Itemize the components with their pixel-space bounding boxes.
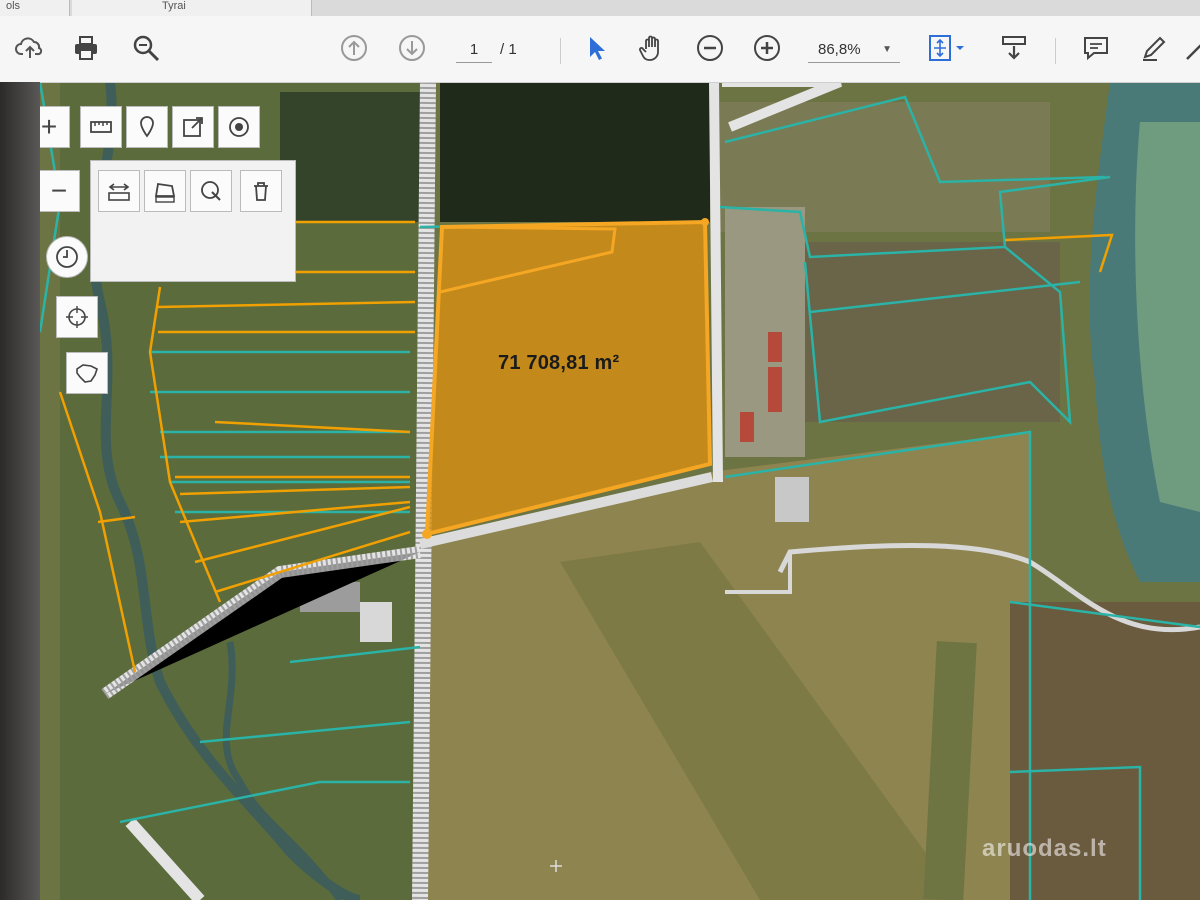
measure-area-icon	[154, 182, 176, 203]
tab-label: ols	[6, 0, 21, 12]
area-measurement-label: 71 708,81 m²	[498, 352, 620, 374]
next-page-icon	[399, 35, 425, 61]
zoom-out-label: −	[50, 175, 68, 206]
next-page-button[interactable]	[394, 30, 430, 66]
share-button[interactable]	[1180, 30, 1200, 66]
tab-label: Tyrai	[162, 0, 186, 12]
page-number-input[interactable]: 1	[456, 38, 492, 63]
tab-2[interactable]: Tyrai	[72, 0, 312, 16]
marker-icon	[140, 116, 154, 138]
zoom-in-icon	[754, 35, 780, 61]
page-total: / 1	[500, 41, 517, 58]
measure-icon	[90, 121, 112, 133]
scroll-mode-icon	[1002, 36, 1026, 60]
clock-icon	[56, 246, 78, 268]
print-icon	[75, 36, 97, 60]
comment-icon	[1084, 37, 1108, 61]
watermark-logo: aruodas.lt	[982, 835, 1107, 862]
zoom-out-icon	[697, 35, 723, 61]
zoom-out-button[interactable]	[692, 30, 728, 66]
lithuania-outline-icon	[76, 364, 98, 383]
search-icon	[133, 35, 160, 62]
comment-button[interactable]	[1078, 30, 1114, 66]
delete-button[interactable]	[240, 170, 282, 212]
select-arrow-icon	[590, 37, 605, 60]
measure-button[interactable]	[80, 106, 122, 148]
hand-icon	[639, 35, 659, 61]
tab-1[interactable]: ols	[0, 0, 70, 16]
divider	[1055, 38, 1056, 64]
prev-page-icon	[341, 35, 367, 61]
upload-button[interactable]	[12, 30, 48, 66]
marker-button[interactable]	[126, 106, 168, 148]
scroll-mode-button[interactable]	[996, 30, 1032, 66]
measure-area-button[interactable]	[144, 170, 186, 212]
bezel-shadow	[0, 82, 40, 900]
divider	[560, 38, 561, 64]
hand-tool-button[interactable]	[634, 30, 670, 66]
screen: ols Tyrai 1 / 1 86,8% ▼ 71 708,81 m² aru…	[0, 0, 1200, 900]
locate-icon	[66, 306, 88, 328]
locate-button[interactable]	[56, 296, 98, 338]
chevron-down-icon: ▼	[882, 44, 892, 55]
tab-strip: ols Tyrai	[0, 0, 1200, 16]
map-zoom-out-button[interactable]: −	[38, 170, 80, 212]
point-button[interactable]	[218, 106, 260, 148]
find-button[interactable]	[128, 30, 164, 66]
clear-measure-button[interactable]	[190, 170, 232, 212]
zoom-in-label: +	[40, 111, 58, 142]
point-icon	[229, 117, 249, 137]
fit-page-icon	[929, 35, 964, 61]
trash-icon	[254, 182, 268, 201]
zoom-value: 86,8%	[818, 41, 861, 58]
select-tool-button[interactable]	[578, 30, 614, 66]
export-button[interactable]	[172, 106, 214, 148]
print-button[interactable]	[68, 30, 104, 66]
history-button[interactable]	[46, 236, 88, 278]
measure-distance-icon	[108, 183, 130, 201]
zoom-select[interactable]: 86,8% ▼	[808, 38, 900, 63]
share-icon	[1186, 44, 1200, 60]
prev-page-button[interactable]	[336, 30, 372, 66]
measure-distance-button[interactable]	[98, 170, 140, 212]
pdf-toolbar: 1 / 1 86,8% ▼	[0, 16, 1200, 83]
clear-measure-icon	[201, 181, 221, 201]
export-icon	[183, 117, 203, 137]
zoom-in-button[interactable]	[749, 30, 785, 66]
country-extent-button[interactable]	[66, 352, 108, 394]
fit-page-button[interactable]	[922, 30, 970, 66]
upload-icon	[15, 37, 43, 58]
pen-icon	[1143, 36, 1166, 61]
pen-button[interactable]	[1136, 30, 1172, 66]
